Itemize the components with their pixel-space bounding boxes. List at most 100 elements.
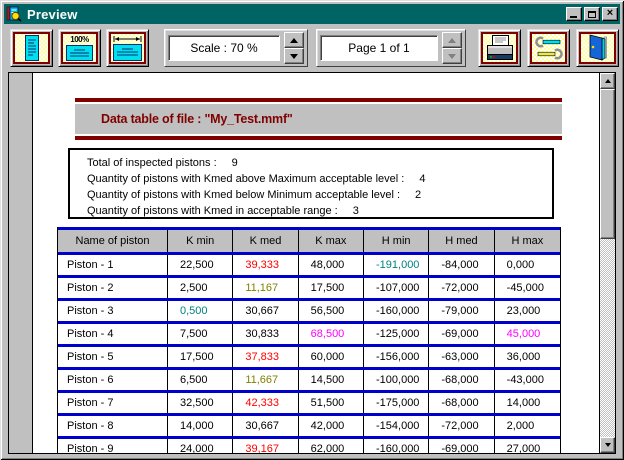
value-cell: 2,000 (495, 416, 560, 436)
piston-name-cell: Piston - 1 (58, 255, 168, 275)
value-cell: -72,000 (429, 416, 494, 436)
column-header: K min (168, 230, 233, 252)
value-cell: 11,167 (233, 278, 298, 298)
value-cell: -191,000 (364, 255, 429, 275)
value-cell: 23,000 (495, 301, 560, 321)
page-control: Page 1 of 1 (316, 29, 466, 67)
value-cell: 2,500 (168, 278, 233, 298)
summary-label: Quantity of pistons with Kmed below Mini… (87, 189, 400, 201)
value-cell: 27,000 (495, 439, 560, 453)
table-header-row: Name of pistonK minK medK maxH minH medH… (58, 227, 560, 255)
vertical-scrollbar[interactable] (599, 73, 615, 453)
summary-line: Quantity of pistons with Kmed below Mini… (87, 187, 552, 203)
value-cell: 14,000 (168, 416, 233, 436)
value-cell: 24,000 (168, 439, 233, 453)
value-cell: 48,000 (299, 255, 364, 275)
value-cell: -63,000 (429, 347, 494, 367)
piston-name-cell: Piston - 5 (58, 347, 168, 367)
value-cell: -84,000 (429, 255, 494, 275)
summary-value: 2 (415, 189, 421, 201)
value-cell: -43,000 (495, 370, 560, 390)
exit-button[interactable] (576, 29, 619, 67)
up-arrow-icon (448, 38, 456, 43)
page-down-button (442, 48, 462, 64)
document-page: Data table of file : "My_Test.mmf" Total… (34, 73, 599, 453)
table-row: Piston - 22,50011,16717,500-107,000-72,0… (58, 278, 560, 301)
value-cell: -79,000 (429, 301, 494, 321)
piston-name-cell: Piston - 3 (58, 301, 168, 321)
summary-value: 3 (353, 205, 359, 217)
maroon-rule-top (75, 98, 562, 102)
scrollbar-thumb[interactable] (600, 89, 615, 239)
summary-label: Quantity of pistons with Kmed in accepta… (87, 205, 338, 217)
document-header: Data table of file : "My_Test.mmf" (75, 98, 562, 140)
scale-display: Scale : 70 % (168, 35, 280, 61)
table-row: Piston - 517,50037,83360,000-156,000-63,… (58, 347, 560, 370)
minimize-button[interactable] (566, 7, 582, 21)
value-cell: 42,333 (233, 393, 298, 413)
column-header: H min (364, 230, 429, 252)
table-row: Piston - 47,50030,83368,500-125,000-69,0… (58, 324, 560, 347)
fit-width-button[interactable] (106, 29, 149, 67)
settings-button[interactable] (527, 29, 570, 67)
piston-name-cell: Piston - 8 (58, 416, 168, 436)
titlebar[interactable]: Preview × (4, 4, 620, 24)
view-whole-page-button[interactable] (10, 29, 53, 67)
document-magnifier-icon (6, 6, 22, 22)
summary-box: Total of inspected pistons :9 Quantity of… (68, 148, 554, 219)
column-header: H med (429, 230, 494, 252)
table-row: Piston - 814,00030,66742,000-154,000-72,… (58, 416, 560, 439)
summary-label: Total of inspected pistons : (87, 157, 217, 169)
close-button[interactable]: × (602, 7, 618, 21)
value-cell: 0,000 (495, 255, 560, 275)
value-cell: -154,000 (364, 416, 429, 436)
value-cell: -45,000 (495, 278, 560, 298)
value-cell: 17,500 (299, 278, 364, 298)
value-cell: -72,000 (429, 278, 494, 298)
title-band: Data table of file : "My_Test.mmf" (75, 104, 562, 134)
value-cell: 7,500 (168, 324, 233, 344)
print-button[interactable] (478, 29, 521, 67)
down-arrow-icon (290, 54, 298, 59)
value-cell: 39,167 (233, 439, 298, 453)
piston-name-cell: Piston - 9 (58, 439, 168, 453)
value-cell: 39,333 (233, 255, 298, 275)
table-row: Piston - 30,50030,66756,500-160,000-79,0… (58, 301, 560, 324)
down-arrow-icon (448, 54, 456, 59)
scale-up-button[interactable] (284, 32, 304, 48)
page-spinner (442, 32, 462, 64)
maximize-icon (588, 11, 596, 18)
summary-value: 4 (419, 173, 425, 185)
column-header: Name of piston (58, 230, 168, 252)
column-header: K max (299, 230, 364, 252)
value-cell: -100,000 (364, 370, 429, 390)
value-cell: 60,000 (299, 347, 364, 367)
page-100-icon: 100% (70, 36, 88, 44)
maximize-button[interactable] (584, 7, 600, 21)
value-cell: 30,667 (233, 416, 298, 436)
value-cell: -107,000 (364, 278, 429, 298)
value-cell: 45,000 (495, 324, 560, 344)
scroll-down-button[interactable] (600, 437, 615, 453)
view-100-percent-button[interactable]: 100% (58, 29, 101, 67)
summary-line: Total of inspected pistons :9 (87, 155, 552, 171)
summary-line: Quantity of pistons with Kmed in accepta… (87, 203, 552, 219)
value-cell: 6,500 (168, 370, 233, 390)
close-icon: × (607, 8, 613, 19)
titlebar-buttons: × (566, 7, 618, 21)
scroll-up-button[interactable] (600, 73, 615, 89)
piston-name-cell: Piston - 6 (58, 370, 168, 390)
piston-name-cell: Piston - 4 (58, 324, 168, 344)
value-cell: -69,000 (429, 439, 494, 453)
value-cell: -68,000 (429, 393, 494, 413)
value-cell: 14,000 (495, 393, 560, 413)
scale-down-button[interactable] (284, 48, 304, 64)
window-title: Preview (27, 7, 78, 22)
scale-control: Scale : 70 % (164, 29, 308, 67)
table-row: Piston - 66,50011,66714,500-100,000-68,0… (58, 370, 560, 393)
value-cell: -68,000 (429, 370, 494, 390)
piston-name-cell: Piston - 2 (58, 278, 168, 298)
value-cell: 36,000 (495, 347, 560, 367)
page-display: Page 1 of 1 (320, 35, 438, 61)
value-cell: 14,500 (299, 370, 364, 390)
